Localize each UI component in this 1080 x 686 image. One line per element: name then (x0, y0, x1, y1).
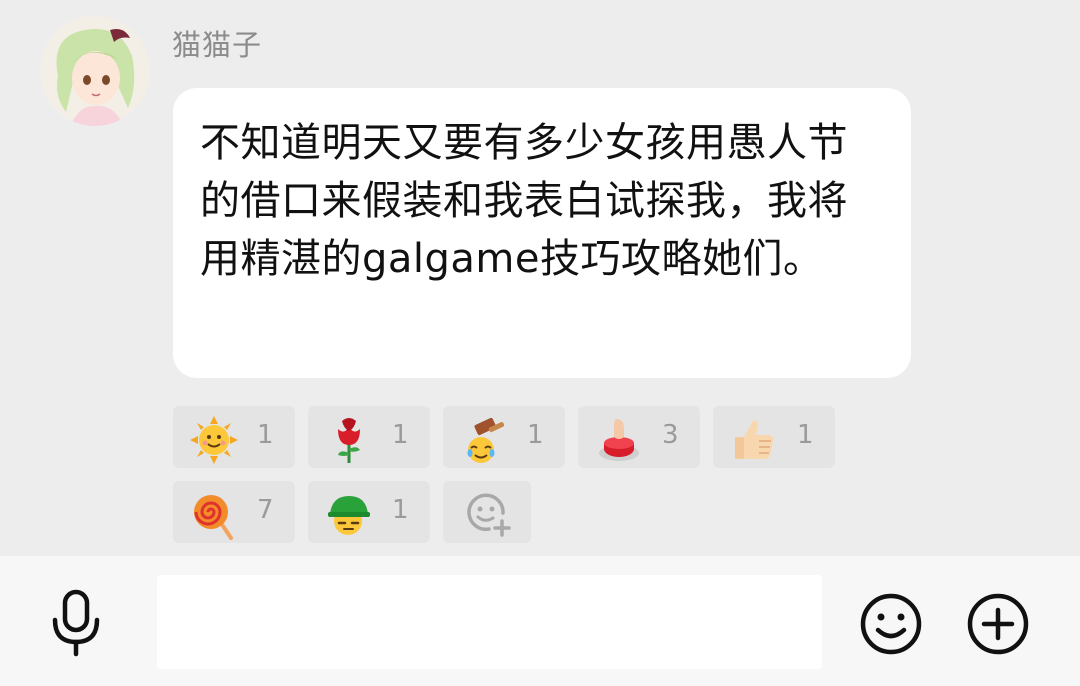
emoji-button[interactable] (858, 591, 924, 657)
reaction-count: 1 (392, 420, 409, 450)
reaction-chip-thumbs-up[interactable]: 1 (713, 406, 835, 468)
smiley-icon (860, 593, 922, 655)
reaction-chip-lollipop[interactable]: 7 (173, 481, 295, 543)
message-text: 不知道明天又要有多少女孩用愚人节的借口来假装和我表白试探我，我将用精湛的galg… (200, 120, 848, 282)
thumbs-up-emoji-icon (735, 420, 774, 459)
message-input[interactable] (157, 575, 822, 669)
reaction-count: 1 (527, 420, 544, 450)
microphone-icon (52, 589, 100, 657)
reaction-chip-green-hat[interactable]: 1 (308, 481, 430, 543)
reaction-chip-rose[interactable]: 1 (308, 406, 430, 468)
plus-circle-icon (967, 593, 1029, 655)
rose-emoji-icon (338, 418, 360, 463)
lollipop-emoji-icon (194, 495, 233, 540)
reaction-count: 1 (392, 495, 409, 525)
reaction-chip-red-button[interactable]: 3 (578, 406, 700, 468)
reaction-count: 1 (257, 420, 274, 450)
message-bubble[interactable]: 不知道明天又要有多少女孩用愚人节的借口来假装和我表白试探我，我将用精湛的galg… (173, 88, 911, 378)
chat-area: 猫猫子 不知道明天又要有多少女孩用愚人节的借口来假装和我表白试探我，我将用精湛的… (0, 0, 1080, 556)
sun-emoji-icon (190, 416, 238, 464)
input-bar (0, 556, 1080, 686)
hammer-emoji-icon (467, 417, 505, 463)
add-reaction-button[interactable] (443, 481, 531, 543)
avatar-image (40, 16, 150, 126)
reaction-count: 1 (797, 420, 814, 450)
sender-avatar[interactable] (40, 16, 150, 126)
add-emoji-icon (467, 493, 511, 537)
voice-input-button[interactable] (44, 588, 108, 658)
reaction-chip-sun[interactable]: 1 (173, 406, 295, 468)
reaction-count: 7 (257, 495, 274, 525)
reaction-chip-hammer[interactable]: 1 (443, 406, 565, 468)
more-options-button[interactable] (965, 591, 1031, 657)
sender-name: 猫猫子 (172, 28, 263, 62)
reaction-count: 3 (662, 420, 679, 450)
green-hat-emoji-icon (328, 496, 370, 535)
red-button-emoji-icon (599, 419, 639, 461)
